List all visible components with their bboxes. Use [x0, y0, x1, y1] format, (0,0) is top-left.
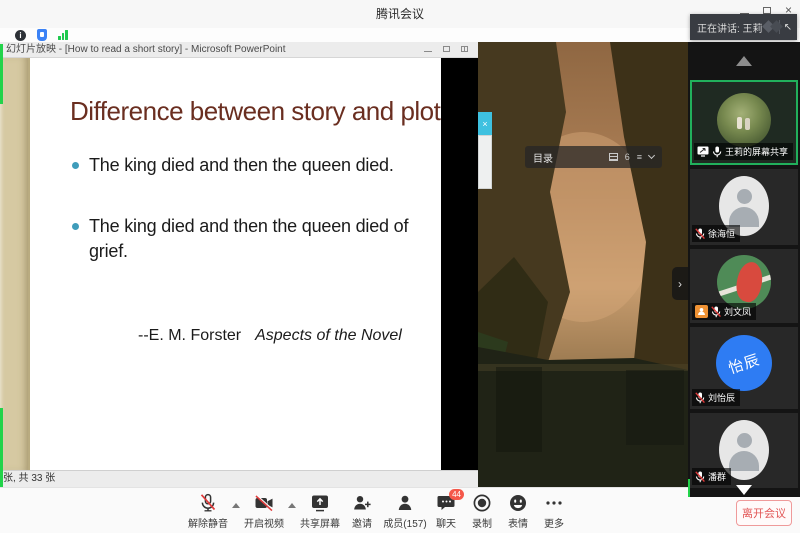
ppt-minimize-icon[interactable]	[424, 51, 432, 52]
avatar-initials: 怡辰	[716, 335, 772, 391]
bullet-dot-icon	[72, 162, 79, 169]
host-badge-icon	[695, 305, 708, 318]
menu-icon[interactable]: ≡	[637, 152, 642, 162]
speaking-toast: 正在讲话: 王莉 ↖	[690, 14, 797, 40]
toolbar-emoji-button[interactable]: 表情	[500, 493, 536, 530]
info-icon[interactable]: i	[15, 30, 26, 41]
emoji-icon	[508, 493, 528, 513]
video-options-caret[interactable]	[288, 503, 296, 508]
participant-name: 刘怡辰	[708, 391, 735, 404]
chevron-right-icon: ›	[678, 277, 682, 291]
mic-muted-icon	[711, 306, 721, 318]
meeting-logo-icon	[763, 19, 776, 35]
meeting-toolbar: 解除静音 开启视频	[0, 487, 800, 533]
unmute-options-caret[interactable]	[232, 503, 240, 508]
slide-bullet-1: The king died and then the queen died.	[72, 153, 413, 178]
triangle-down-icon	[736, 485, 752, 495]
toolbar-video-button[interactable]: 开启视频	[242, 493, 286, 530]
slide-attribution: --E. M. ForsterAspects of the Novel	[138, 327, 441, 345]
shield-icon[interactable]	[37, 29, 47, 41]
share-border-mark	[0, 44, 3, 104]
ppt-restore-icon[interactable]	[443, 46, 450, 52]
mic-muted-icon	[198, 493, 218, 513]
participant-name: 潘群	[708, 470, 726, 483]
slide-bullet-2: The king died and then the queen died of…	[72, 214, 413, 264]
status-icon-row: i	[0, 28, 800, 42]
share-border-mark	[0, 408, 3, 487]
slide-title: Difference between story and plot	[70, 96, 441, 127]
sidebar-collapse-handle[interactable]: ›	[672, 267, 688, 300]
ppt-view-icon[interactable]	[461, 46, 468, 52]
toc-count: 6	[625, 152, 630, 162]
side-tab-close-icon[interactable]: ×	[478, 112, 492, 135]
record-icon	[472, 493, 492, 513]
landscape-video-frame	[478, 42, 688, 487]
participant-tile[interactable]: 怡辰 刘怡辰	[690, 327, 798, 409]
toc-overlay-bar[interactable]: 目录 6 ≡	[525, 146, 662, 168]
members-icon	[395, 493, 415, 513]
network-signal-icon	[58, 30, 68, 40]
participant-tile[interactable]: 潘群	[690, 413, 798, 488]
avatar	[717, 93, 771, 147]
main-video-stage[interactable]: × 目录 6 ≡ ›	[478, 42, 688, 487]
camera-off-icon	[254, 493, 274, 513]
restore-arrow-icon[interactable]: ↖	[784, 22, 792, 33]
speaking-toast-text: 正在讲话: 王莉	[697, 20, 763, 35]
screen-share-icon	[697, 146, 709, 157]
maximize-icon[interactable]	[763, 7, 771, 14]
mic-on-icon	[712, 146, 722, 158]
shared-powerpoint-window: 幻灯片放映 - [How to read a short story] - Mi…	[0, 42, 478, 487]
scroll-up-button[interactable]	[688, 42, 800, 80]
participant-name: 徐海恒	[708, 227, 735, 240]
toolbar-chat-button[interactable]: 44 聊天	[428, 493, 464, 530]
list-view-icon[interactable]	[609, 153, 618, 161]
toc-label: 目录	[533, 150, 553, 165]
participant-tile-sharing[interactable]: 王莉的屏幕共享	[690, 80, 798, 165]
scroll-down-button[interactable]	[688, 485, 800, 495]
share-screen-icon	[310, 493, 330, 513]
participants-sidebar: 王莉的屏幕共享 徐海恒	[688, 42, 800, 497]
invite-icon	[352, 493, 372, 513]
ppt-statusbar: 张, 共 33 张	[0, 470, 478, 487]
presentation-letterbox	[441, 58, 478, 470]
tencent-meeting-window: 腾讯会议 × i 正在讲话: 王莉 ↖ 幻灯片放映 - [How to read…	[0, 0, 800, 533]
toolbar-share-screen-button[interactable]: 共享屏幕	[298, 493, 342, 530]
participant-name: 刘文凤	[724, 305, 751, 318]
chat-unread-badge: 44	[449, 489, 464, 500]
toolbar-invite-button[interactable]: 邀请	[342, 493, 382, 530]
side-tab-panel[interactable]	[478, 135, 492, 189]
powerpoint-titlebar: 幻灯片放映 - [How to read a short story] - Mi…	[0, 42, 478, 58]
window-titlebar: 腾讯会议 ×	[0, 0, 800, 28]
mic-muted-icon	[695, 471, 705, 483]
chevron-down-icon[interactable]	[648, 152, 655, 159]
toolbar-unmute-button[interactable]: 解除静音	[186, 493, 230, 530]
app-title: 腾讯会议	[0, 0, 800, 28]
participant-name: 王莉的屏幕共享	[725, 145, 788, 158]
participant-tile[interactable]: 徐海恒	[690, 169, 798, 245]
slide-template-edge	[0, 58, 30, 470]
toolbar-more-button[interactable]: 更多	[536, 493, 572, 530]
leave-meeting-button[interactable]: 离开会议	[736, 500, 792, 526]
mic-muted-icon	[695, 228, 705, 240]
participant-tile[interactable]: 刘文凤	[690, 249, 798, 323]
bullet-dot-icon	[72, 223, 79, 230]
slide: Difference between story and plot The ki…	[30, 58, 441, 470]
avatar-text: 怡辰	[726, 348, 763, 378]
toolbar-record-button[interactable]: 录制	[464, 493, 500, 530]
mic-muted-icon	[695, 392, 705, 404]
more-dots-icon	[544, 493, 564, 513]
triangle-up-icon	[736, 56, 752, 66]
avatar-cartoon	[717, 255, 771, 309]
toolbar-members-button[interactable]: 成员(157)	[382, 493, 428, 530]
